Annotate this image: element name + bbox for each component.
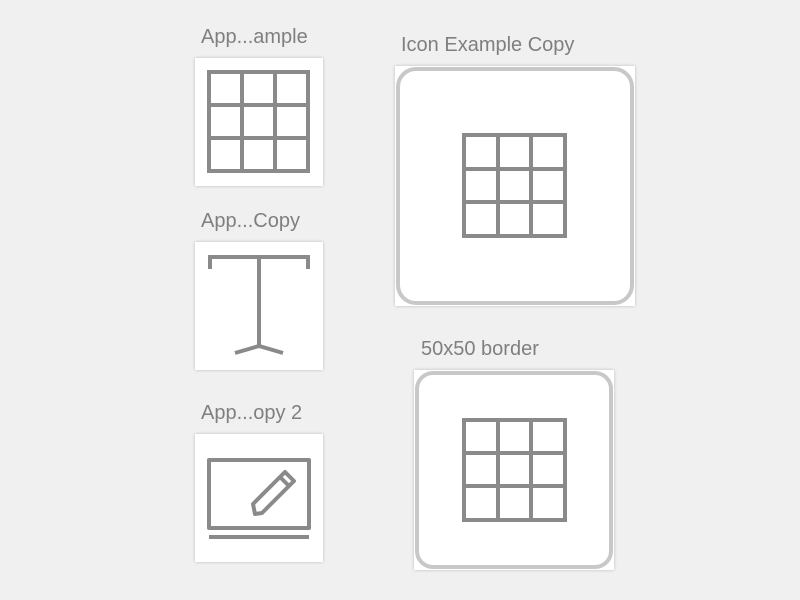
artboard-title-50x50-border[interactable]: 50x50 border [421,337,539,361]
artboard-app-example[interactable] [195,58,323,186]
edit-screen-icon [207,458,311,539]
grid-icon [462,418,567,522]
design-canvas: App...ample App...Copy App...opy 2 Icon … [0,0,800,600]
artboard-icon-example-copy[interactable] [395,66,635,306]
artboard-title-app-copy-2[interactable]: App...opy 2 [201,401,302,425]
artboard-app-copy[interactable] [195,242,323,370]
artboard-50x50-border[interactable] [414,370,614,570]
artboard-title-icon-example-copy[interactable]: Icon Example Copy [401,33,574,57]
artboard-title-app-example[interactable]: App...ample [201,25,308,49]
grid-icon [462,133,567,238]
text-cursor-icon [208,255,310,355]
artboard-app-copy-2[interactable] [195,434,323,562]
artboard-title-app-copy[interactable]: App...Copy [201,209,300,233]
grid-icon [207,70,310,173]
